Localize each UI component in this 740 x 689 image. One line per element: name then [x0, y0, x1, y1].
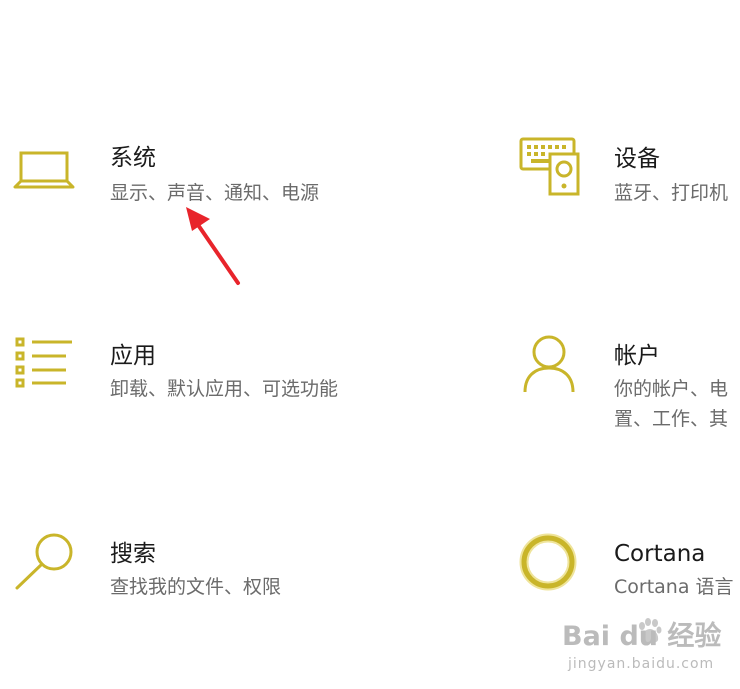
watermark-url-text: jingyan.baidu.com [568, 656, 715, 672]
red-arrow-icon [180, 205, 244, 287]
settings-page: 系统 显示、声音、通知、电源 设备 蓝牙、打印机 应用 卸载、默认应用、可选功能… [0, 0, 740, 689]
tile-apps-desc: 卸载、默认应用、可选功能 [110, 378, 339, 400]
tile-apps[interactable]: 应用 卸载、默认应用、可选功能 [14, 336, 434, 446]
laptop-icon [13, 150, 75, 190]
tile-search-desc: 查找我的文件、权限 [110, 576, 282, 598]
tile-accounts[interactable]: 帐户 你的帐户、电 置、工作、其 [522, 334, 740, 444]
tile-cortana-title: Cortana [614, 541, 706, 567]
tile-accounts-title: 帐户 [614, 343, 660, 369]
baidu-watermark: Bai du 经验 jingyan.baidu.com [562, 610, 740, 689]
devices-icon [518, 136, 580, 196]
tile-search-title: 搜索 [110, 541, 156, 567]
tile-devices[interactable]: 设备 蓝牙、打印机 [518, 136, 740, 246]
tile-accounts-desc-line2: 置、工作、其 [614, 408, 729, 430]
tile-system-desc: 显示、声音、通知、电源 [110, 182, 320, 204]
cortana-icon [518, 532, 578, 592]
tile-devices-title: 设备 [614, 146, 660, 172]
tile-cortana-desc: Cortana 语言 [614, 576, 734, 598]
tile-devices-desc: 蓝牙、打印机 [614, 182, 729, 204]
tile-system-title: 系统 [110, 145, 156, 171]
tile-search[interactable]: 搜索 查找我的文件、权限 [14, 532, 434, 642]
apps-list-icon [14, 336, 74, 388]
tile-apps-title: 应用 [110, 343, 156, 369]
search-icon [14, 532, 76, 590]
person-icon [522, 334, 576, 394]
watermark-main-text: Bai du 经验 [562, 621, 722, 652]
tile-accounts-desc-line1: 你的帐户、电 [614, 378, 729, 400]
